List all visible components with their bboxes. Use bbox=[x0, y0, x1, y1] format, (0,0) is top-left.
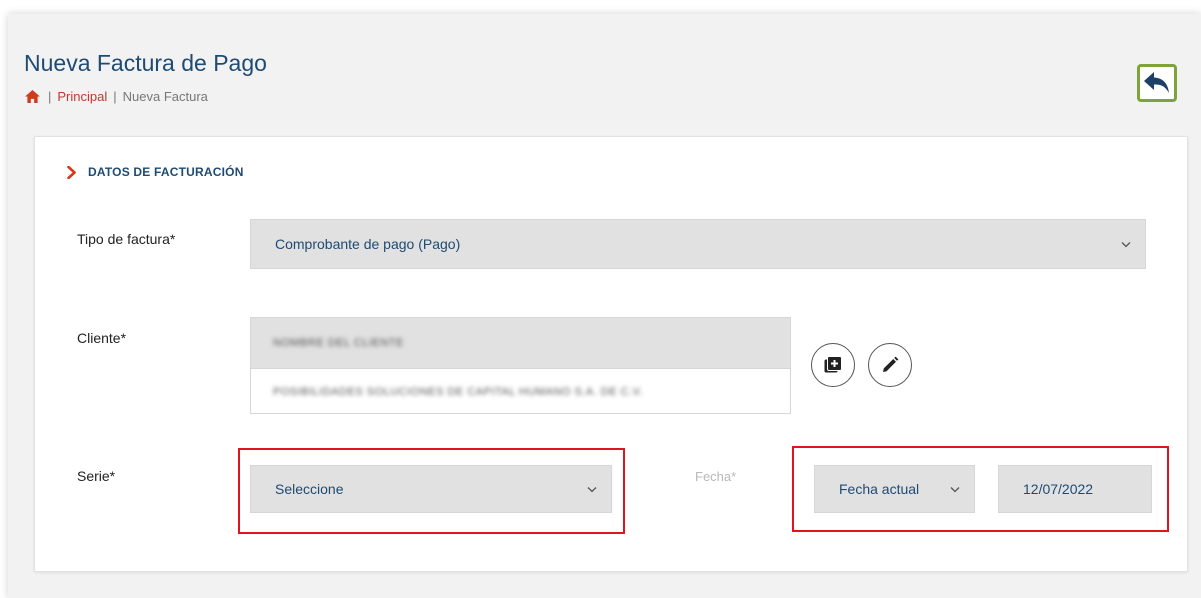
home-icon[interactable] bbox=[25, 90, 40, 103]
edit-client-button[interactable] bbox=[868, 343, 912, 387]
fecha-label: Fecha* bbox=[695, 469, 737, 484]
cliente-company-row: POSIBILIDADES SOLUCIONES DE CAPITAL HUMA… bbox=[251, 369, 790, 415]
breadcrumb-current: Nueva Factura bbox=[122, 89, 208, 104]
section-header: DATOS DE FACTURACIÓN bbox=[67, 165, 244, 179]
breadcrumb: | Principal | Nueva Factura bbox=[25, 89, 208, 104]
fecha-highlight-box bbox=[792, 446, 1169, 532]
billing-card: DATOS DE FACTURACIÓN Tipo de factura* Co… bbox=[34, 136, 1188, 572]
back-button[interactable] bbox=[1137, 64, 1177, 102]
serie-highlight-box bbox=[238, 448, 625, 534]
chevron-right-icon bbox=[67, 165, 76, 179]
tipo-factura-select[interactable]: Comprobante de pago (Pago) bbox=[250, 219, 1146, 269]
tipo-factura-value: Comprobante de pago (Pago) bbox=[275, 236, 461, 252]
page-title: Nueva Factura de Pago bbox=[24, 50, 267, 76]
cliente-label: Cliente* bbox=[77, 330, 127, 346]
breadcrumb-link-principal[interactable]: Principal bbox=[57, 89, 107, 104]
add-library-icon bbox=[824, 356, 842, 373]
serie-label: Serie* bbox=[77, 468, 116, 484]
cliente-company: POSIBILIDADES SOLUCIONES DE CAPITAL HUMA… bbox=[273, 386, 644, 398]
reply-arrow-icon bbox=[1144, 72, 1169, 93]
cliente-field[interactable]: NOMBRE DEL CLIENTE POSIBILIDADES SOLUCIO… bbox=[250, 317, 791, 414]
tipo-factura-label: Tipo de factura* bbox=[77, 231, 176, 247]
breadcrumb-separator: | bbox=[48, 89, 52, 104]
cliente-name: NOMBRE DEL CLIENTE bbox=[273, 337, 404, 349]
cliente-name-row: NOMBRE DEL CLIENTE bbox=[251, 318, 790, 369]
page-container: Nueva Factura de Pago | Principal | Nuev… bbox=[8, 14, 1201, 598]
breadcrumb-separator: | bbox=[113, 89, 117, 104]
add-client-button[interactable] bbox=[811, 343, 855, 387]
section-title: DATOS DE FACTURACIÓN bbox=[88, 165, 244, 179]
chevron-down-icon bbox=[1121, 241, 1131, 247]
pencil-icon bbox=[883, 356, 899, 372]
